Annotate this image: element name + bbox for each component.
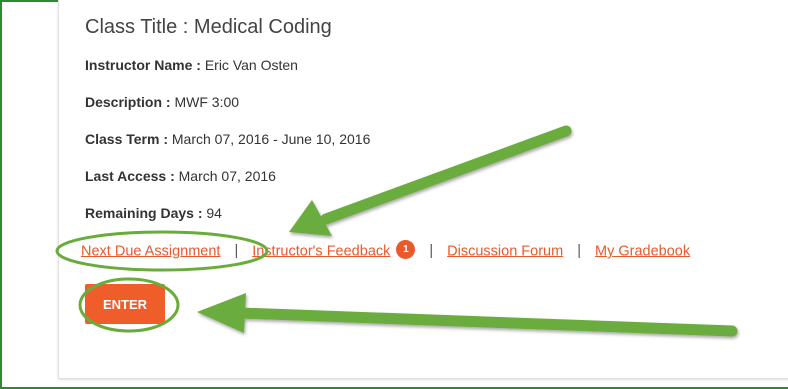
remaining-days-label: Remaining Days : — [85, 205, 203, 221]
instructor-name-value: Eric Van Osten — [204, 57, 298, 73]
last-access-row: Last Access : March 07, 2016 — [85, 168, 276, 184]
link-separator: | — [429, 243, 434, 260]
link-separator: | — [234, 243, 239, 260]
link-separator: | — [577, 243, 581, 260]
class-term-row: Class Term : March 07, 2016 - June 10, 2… — [85, 131, 370, 147]
my-gradebook-link[interactable]: My Gradebook — [595, 243, 690, 259]
instructor-name-row: Instructor Name : Eric Van Osten — [85, 57, 298, 73]
instructor-name-label: Instructor Name : — [85, 57, 201, 73]
next-due-assignment-link[interactable]: Next Due Assignment — [81, 243, 220, 259]
discussion-forum-link[interactable]: Discussion Forum — [447, 243, 563, 259]
enter-button[interactable]: ENTER — [85, 284, 165, 324]
class-term-value: March 07, 2016 - June 10, 2016 — [171, 131, 371, 147]
class-term-label: Class Term : — [85, 131, 168, 147]
last-access-label: Last Access : — [85, 168, 175, 184]
description-value: MWF 3:00 — [174, 94, 240, 110]
last-access-value: March 07, 2016 — [178, 168, 276, 184]
description-row: Description : MWF 3:00 — [85, 94, 239, 110]
remaining-days-value: 94 — [206, 205, 222, 221]
class-links-bar: Next Due Assignment | Instructor's Feedbac… — [81, 240, 690, 261]
remaining-days-row: Remaining Days : 94 — [85, 205, 222, 221]
instructor-feedback-link[interactable]: Instructor's Feedback — [252, 243, 390, 259]
class-title: Class Title : Medical Coding — [85, 16, 332, 38]
feedback-count-badge: 1 — [396, 240, 416, 259]
description-label: Description : — [85, 94, 171, 110]
